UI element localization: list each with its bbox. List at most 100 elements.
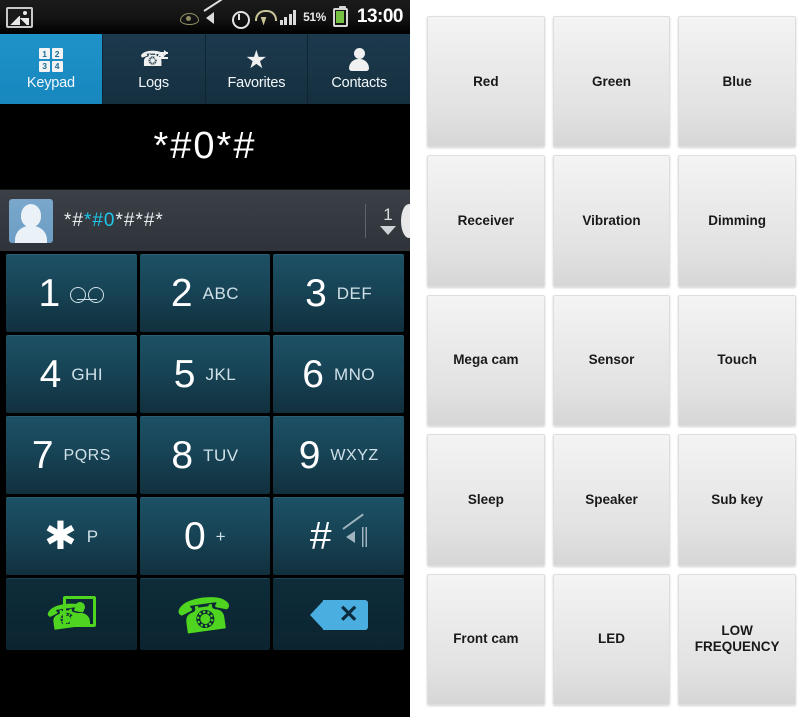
dialpad-action-row: ☎ ☎ ✕ — [6, 578, 405, 650]
test-button-vibration[interactable]: Vibration — [552, 155, 671, 287]
suggestion-expand-button[interactable]: 1 — [380, 204, 396, 235]
key-8-digit: 8 — [171, 434, 194, 477]
test-button-sub-key[interactable]: Sub key — [678, 434, 796, 566]
call-icon: ☎ — [173, 584, 237, 645]
chevron-down-icon — [380, 225, 396, 235]
test-button-green[interactable]: Green — [552, 16, 671, 148]
key-hash-digit: # — [309, 515, 332, 558]
key-0-digit: 0 — [183, 515, 206, 558]
tab-contacts-label: Contacts — [331, 75, 387, 91]
test-button-front-cam[interactable]: Front cam — [427, 573, 545, 705]
screen-edge-bump — [401, 204, 410, 238]
key-7[interactable]: 7 PQRS — [6, 416, 137, 494]
tab-keypad-label: Keypad — [26, 75, 75, 91]
battery-icon — [332, 5, 348, 27]
wifi-icon — [254, 8, 277, 27]
key-1-digit: 1 — [38, 272, 61, 315]
key-2[interactable]: 2 ABC — [139, 254, 271, 332]
key-6[interactable]: 6 MNO — [273, 335, 405, 413]
tab-favorites[interactable]: ★ Favorites — [205, 34, 309, 104]
key-4[interactable]: 4 GHI — [6, 335, 137, 413]
call-button[interactable]: ☎ — [139, 578, 271, 650]
key-3-letters: DEF — [336, 283, 373, 303]
dialed-number-display[interactable]: *#0*# — [0, 104, 410, 189]
key-1[interactable]: 1 — [6, 254, 137, 332]
service-test-menu: Red Green Blue Receiver Vibration Dimmin… — [415, 0, 806, 717]
key-0[interactable]: 0 + — [139, 497, 271, 575]
status-bar: 51% 13:00 — [0, 0, 410, 34]
key-7-letters: PQRS — [63, 446, 111, 464]
tab-keypad[interactable]: 1234 Keypad — [0, 34, 103, 104]
key-9[interactable]: 9 WXYZ — [273, 416, 405, 494]
key-hash[interactable]: # — [273, 497, 405, 575]
dialpad-row: 1 2 ABC 3 DEF — [6, 254, 405, 332]
key-4-letters: GHI — [71, 364, 104, 384]
signal-icon — [279, 9, 297, 25]
voicemail-icon — [70, 286, 105, 303]
test-button-touch[interactable]: Touch — [678, 294, 796, 427]
video-call-icon: ☎ — [44, 594, 97, 637]
key-8-letters: TUV — [203, 445, 239, 465]
person-icon — [348, 47, 370, 73]
key-5-digit: 5 — [173, 353, 196, 396]
test-button-blue[interactable]: Blue — [678, 16, 796, 148]
status-bar-right: 51% 13:00 — [179, 5, 410, 29]
tab-logs-label: Logs — [138, 75, 169, 91]
key-7-digit: 7 — [31, 434, 54, 477]
suggestion-highlight: *#0 — [83, 209, 116, 231]
tab-favorites-label: Favorites — [227, 75, 286, 91]
key-9-letters: WXYZ — [330, 446, 379, 464]
alarm-icon — [230, 8, 250, 29]
key-5-letters: JKL — [205, 364, 237, 384]
status-bar-left — [0, 6, 33, 28]
key-4-digit: 4 — [39, 353, 62, 396]
test-button-speaker[interactable]: Speaker — [552, 434, 671, 566]
key-2-letters: ABC — [202, 283, 240, 303]
backspace-button[interactable]: ✕ — [273, 578, 405, 650]
key-star-digit: ✱ — [44, 515, 77, 558]
test-button-receiver[interactable]: Receiver — [427, 155, 545, 287]
call-logs-icon: ☎ — [139, 48, 168, 71]
keypad-grid-icon: 1234 — [39, 47, 63, 73]
test-button-sleep[interactable]: Sleep — [427, 434, 545, 566]
dialpad-row: ✱ P 0 + # — [6, 497, 405, 575]
test-button-led[interactable]: LED — [552, 573, 671, 705]
test-button-mega-cam[interactable]: Mega cam — [427, 294, 545, 427]
tab-contacts[interactable]: Contacts — [308, 34, 410, 104]
suggestion-suffix: *#*#* — [115, 209, 164, 231]
key-2-digit: 2 — [170, 272, 193, 315]
mute-icon — [205, 8, 223, 27]
battery-percent: 51% — [303, 10, 326, 24]
vibrate-off-icon — [342, 526, 368, 548]
contact-suggestion-row[interactable]: *#*#0*#*#* 1 — [0, 189, 410, 251]
dialpad: 1 2 ABC 3 DEF 4 GHI 5 JKL 6 MNO 7 PQRS 8… — [0, 251, 410, 658]
test-button-low-frequency[interactable]: LOW FREQUENCY — [678, 573, 796, 705]
key-9-digit: 9 — [298, 434, 321, 477]
video-call-button[interactable]: ☎ — [6, 578, 137, 650]
dialer-tab-bar: 1234 Keypad ☎ Logs ★ Favorites Contacts — [0, 34, 410, 104]
dialpad-row: 7 PQRS 8 TUV 9 WXYZ — [6, 416, 405, 494]
test-button-sensor[interactable]: Sensor — [552, 294, 671, 427]
screenshot-root: 51% 13:00 1234 Keypad ☎ Logs ★ Favorites — [0, 0, 806, 717]
key-8[interactable]: 8 TUV — [139, 416, 271, 494]
tab-logs[interactable]: ☎ Logs — [102, 34, 206, 104]
key-5[interactable]: 5 JKL — [139, 335, 271, 413]
key-star-letters: P — [86, 526, 99, 546]
phone-dialer-screenshot: 51% 13:00 1234 Keypad ☎ Logs ★ Favorites — [0, 0, 410, 717]
avatar — [9, 198, 53, 243]
suggestion-count: 1 — [383, 204, 393, 224]
dialpad-row: 4 GHI 5 JKL 6 MNO — [6, 335, 405, 413]
key-0-letters: + — [215, 526, 227, 546]
test-button-red[interactable]: Red — [427, 16, 545, 148]
key-6-letters: MNO — [333, 364, 376, 384]
key-star[interactable]: ✱ P — [6, 497, 137, 575]
star-icon: ★ — [245, 45, 268, 74]
gallery-icon — [6, 6, 33, 28]
backspace-icon: ✕ — [309, 599, 368, 630]
key-3-digit: 3 — [305, 272, 327, 315]
key-6-digit: 6 — [302, 353, 324, 396]
divider — [365, 203, 366, 238]
suggestion-prefix: *# — [64, 209, 84, 231]
test-button-dimming[interactable]: Dimming — [678, 155, 796, 287]
key-3[interactable]: 3 DEF — [273, 254, 405, 332]
